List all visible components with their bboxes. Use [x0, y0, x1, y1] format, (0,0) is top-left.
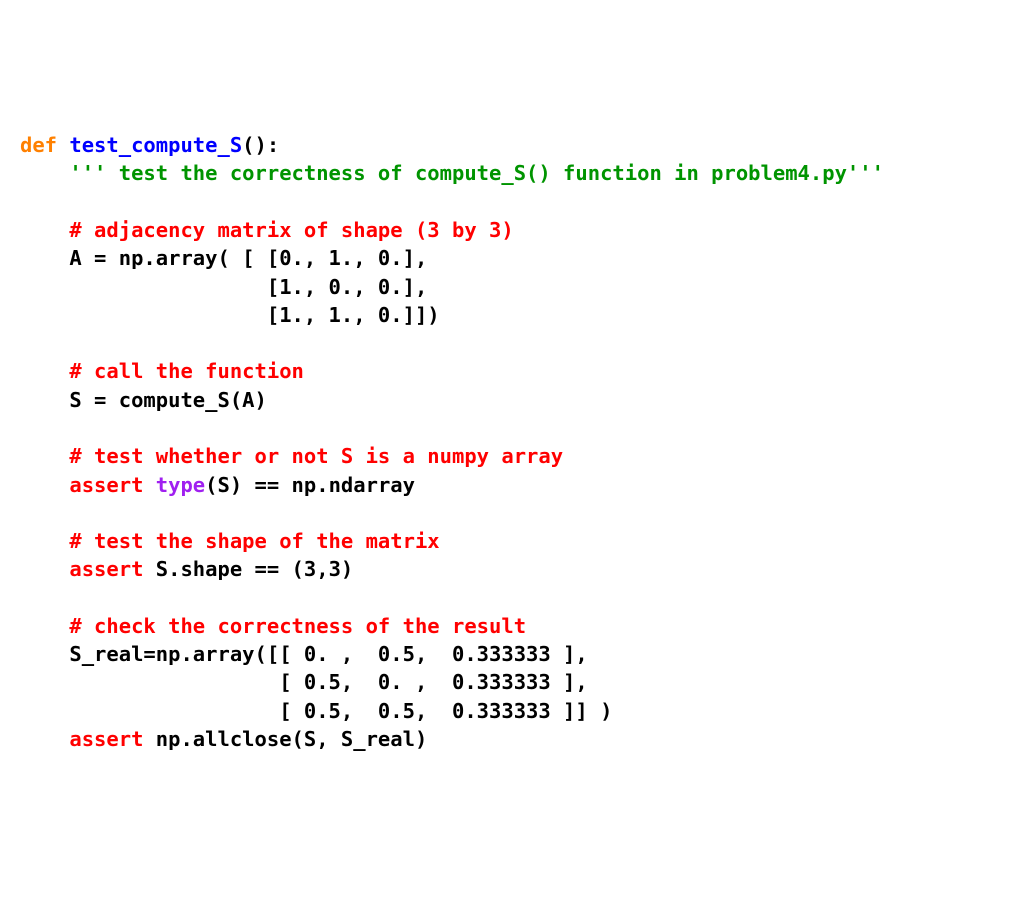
indent: [20, 727, 69, 751]
indent: [20, 670, 69, 694]
comment-result: # check the correctness of the result: [69, 614, 526, 638]
array-line-2: [1., 0., 0.],: [69, 275, 427, 299]
sreal-line-1: S_real=np.array([[ 0. , 0.5, 0.333333 ],: [69, 642, 587, 666]
function-name: test_compute_S: [69, 133, 242, 157]
call-line: S = compute_S(A): [69, 388, 266, 412]
array-line-1: A = np.array( [ [0., 1., 0.],: [69, 246, 427, 270]
indent: [20, 473, 69, 497]
indent: [20, 529, 69, 553]
code-block: def test_compute_S(): ''' test the corre…: [20, 131, 1004, 753]
indent: [20, 359, 69, 383]
builtin-type: type: [156, 473, 205, 497]
array-line-3: [1., 1., 0.]]): [69, 303, 439, 327]
docstring: ''' test the correctness of compute_S() …: [69, 161, 884, 185]
type-tail: (S) == np.ndarray: [205, 473, 415, 497]
indent: [20, 303, 69, 327]
sreal-line-3: [ 0.5, 0.5, 0.333333 ]] ): [69, 699, 612, 723]
indent: [20, 614, 69, 638]
allclose-tail: np.allclose(S, S_real): [143, 727, 427, 751]
space: [57, 133, 69, 157]
indent: [20, 699, 69, 723]
comment-call: # call the function: [69, 359, 304, 383]
indent: [20, 161, 69, 185]
keyword-assert: assert: [69, 727, 143, 751]
indent: [20, 642, 69, 666]
keyword-assert: assert: [69, 557, 143, 581]
comment-adjacency: # adjacency matrix of shape (3 by 3): [69, 218, 513, 242]
def-tail: ():: [242, 133, 279, 157]
indent: [20, 557, 69, 581]
keyword-assert: assert: [69, 473, 143, 497]
comment-shape: # test the shape of the matrix: [69, 529, 439, 553]
shape-tail: S.shape == (3,3): [143, 557, 353, 581]
space: [143, 473, 155, 497]
comment-numpy-test: # test whether or not S is a numpy array: [69, 444, 563, 468]
indent: [20, 388, 69, 412]
sreal-line-2: [ 0.5, 0. , 0.333333 ],: [69, 670, 587, 694]
indent: [20, 246, 69, 270]
indent: [20, 444, 69, 468]
indent: [20, 218, 69, 242]
keyword-def: def: [20, 133, 57, 157]
indent: [20, 275, 69, 299]
